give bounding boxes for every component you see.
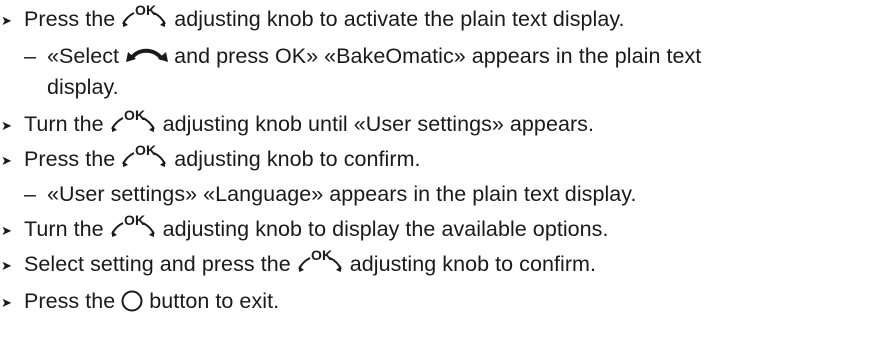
ok-adjusting-knob-icon: OK — [297, 247, 343, 273]
step-text-before: Select setting and press the — [24, 252, 291, 276]
ok-adjusting-knob-icon: OK — [110, 212, 156, 238]
step-text-before: «Select — [47, 44, 120, 68]
knob-ok-label: OK — [124, 212, 145, 228]
step-text-after: adjusting knob to confirm. — [349, 252, 597, 276]
bullet-arrow: ➤ — [1, 13, 12, 28]
step-text-before: Turn the — [24, 112, 104, 136]
knob-ok-label: OK — [311, 247, 332, 263]
substep-text: «User settings» «Language» appears in th… — [47, 182, 637, 206]
ok-adjusting-knob-icon: OK — [121, 142, 167, 168]
continuation-text: display. — [47, 75, 119, 99]
ok-adjusting-knob-icon: OK — [121, 2, 167, 28]
bullet-arrow: ➤ — [1, 295, 12, 310]
step-text-after: adjusting knob until «User settings» app… — [162, 112, 594, 136]
step-press-confirm: ➤ Press the OK adjusting knob to confirm. — [0, 141, 421, 177]
bullet-arrow: ➤ — [1, 118, 12, 133]
step-text-after: adjusting knob to display the available … — [162, 217, 609, 241]
instruction-list: ➤ Press the OK adjusting knob to activate t… — [0, 0, 896, 352]
step-text-before: Press the — [24, 289, 116, 313]
knob-ok-label: OK — [124, 107, 145, 123]
knob-ok-label: OK — [135, 2, 156, 18]
substep-continuation: display. — [47, 69, 119, 105]
curved-double-arrow-icon — [126, 42, 169, 66]
circle-button-icon — [121, 290, 143, 312]
step-press-activate: ➤ Press the OK adjusting knob to activate t… — [0, 1, 625, 37]
dash-marker: – — [24, 44, 37, 68]
bullet-arrow: ➤ — [1, 258, 12, 273]
bullet-arrow: ➤ — [1, 153, 12, 168]
step-text-before: Press the — [24, 147, 116, 171]
step-select-setting: ➤ Select setting and press the OK adjusting… — [0, 246, 596, 282]
step-text-after: adjusting knob to activate the plain tex… — [174, 7, 625, 31]
step-text-before: Press the — [24, 7, 116, 31]
step-text-after: adjusting knob to confirm. — [174, 147, 421, 171]
step-text-before: Turn the — [24, 217, 104, 241]
step-turn-options: ➤ Turn the OK adjusting knob to display the… — [0, 211, 609, 247]
step-turn-user-settings: ➤ Turn the OK adjusting knob until «User se… — [0, 106, 594, 142]
bullet-arrow: ➤ — [1, 223, 12, 238]
ok-adjusting-knob-icon: OK — [110, 107, 156, 133]
step-text-after: button to exit. — [149, 289, 280, 313]
knob-ok-label: OK — [135, 142, 156, 158]
step-text-after: and press OK» «BakeOmatic» appears in th… — [174, 44, 702, 68]
substep-select-bakeomatic: – «Select and press OK» «BakeOmatic» appea… — [24, 38, 701, 74]
dash-marker: – — [24, 182, 37, 206]
step-press-exit: ➤ Press the button to exit. — [0, 283, 279, 319]
substep-language: – «User settings» «Language» appears in t… — [24, 176, 637, 212]
